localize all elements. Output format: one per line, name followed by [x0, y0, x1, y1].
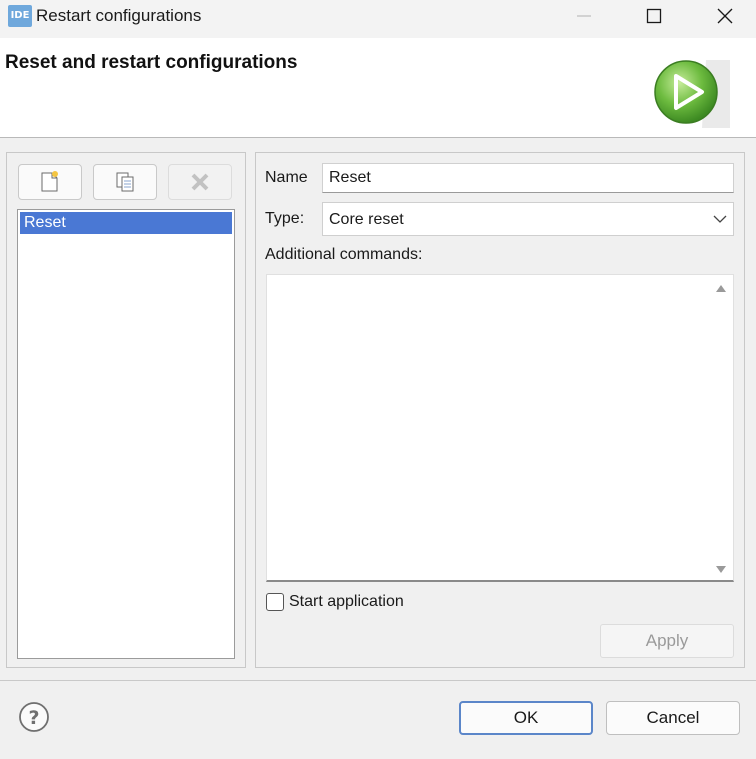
type-label: Type: — [265, 210, 305, 227]
scroll-up-icon[interactable] — [716, 284, 726, 292]
dialog-header: Reset and restart configurations — [0, 38, 756, 138]
svg-text:?: ? — [28, 707, 39, 729]
close-icon — [717, 8, 733, 24]
help-icon[interactable]: ? — [17, 700, 51, 734]
scroll-down-icon[interactable] — [716, 566, 726, 574]
title-bar: IDE Restart configurations — [0, 0, 756, 38]
delete-configuration-button[interactable] — [168, 164, 232, 200]
close-button[interactable] — [697, 0, 753, 32]
type-dropdown[interactable]: Core reset — [322, 202, 734, 236]
maximize-icon — [646, 8, 662, 24]
additional-commands-label: Additional commands: — [265, 246, 423, 263]
dialog-heading: Reset and restart configurations — [5, 52, 298, 73]
apply-button[interactable]: Apply — [600, 624, 734, 658]
commands-scrollbar[interactable] — [708, 274, 734, 582]
run-play-icon — [654, 60, 730, 128]
ok-button[interactable]: OK — [459, 701, 593, 735]
app-icon: IDE — [8, 5, 32, 27]
new-document-icon — [41, 171, 58, 192]
additional-commands-textarea[interactable] — [266, 274, 734, 582]
chevron-down-icon — [713, 215, 727, 223]
name-label: Name — [265, 169, 308, 186]
name-field[interactable] — [322, 163, 734, 193]
start-application-label[interactable]: Start application — [289, 593, 404, 611]
list-item-reset[interactable]: Reset — [20, 212, 232, 234]
new-configuration-button[interactable] — [18, 164, 82, 200]
start-application-checkbox[interactable] — [266, 593, 284, 611]
copy-configuration-button[interactable] — [93, 164, 157, 200]
minimize-icon — [577, 15, 591, 17]
configuration-editor: Name Type: Core reset Additional command… — [255, 152, 745, 668]
configurations-panel: Reset — [6, 152, 246, 668]
type-selected-value: Core reset — [329, 211, 404, 228]
cancel-button[interactable]: Cancel — [606, 701, 740, 735]
copy-icon — [116, 172, 134, 192]
delete-x-icon — [191, 173, 209, 191]
configuration-list[interactable]: Reset — [17, 209, 235, 659]
footer-separator — [0, 680, 756, 681]
minimize-button[interactable] — [556, 0, 612, 32]
window-title: Restart configurations — [36, 6, 202, 25]
maximize-button[interactable] — [626, 0, 682, 32]
